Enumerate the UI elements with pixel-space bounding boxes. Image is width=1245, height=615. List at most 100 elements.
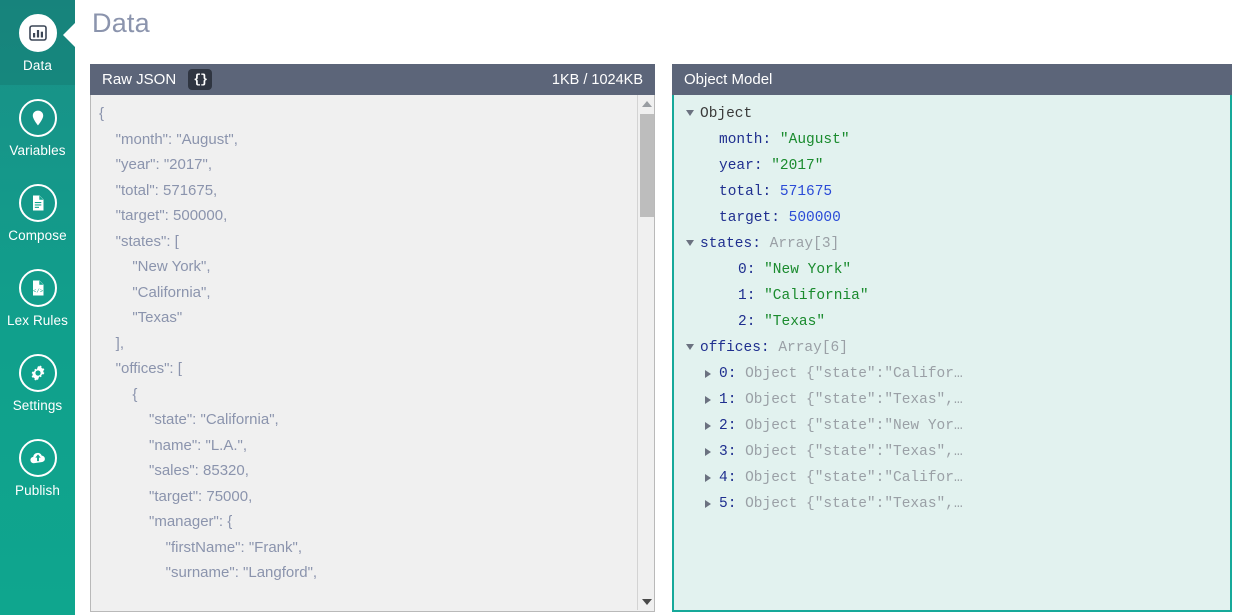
tree-collapse-toggle-icon[interactable]	[686, 110, 694, 116]
object-model-row-content: 1: "California"	[738, 288, 869, 304]
object-model-row-content: offices: Array[6]	[700, 340, 848, 356]
object-model-key: 1	[719, 392, 728, 408]
active-indicator-arrow-icon	[63, 22, 75, 48]
object-model-value: "California"	[764, 288, 869, 304]
object-model-row[interactable]: 0: Object {"state":"Califor…	[674, 361, 1230, 387]
object-model-key: 0	[738, 262, 747, 278]
object-model-row[interactable]: total: 571675	[674, 179, 1230, 205]
object-model-separator: :	[727, 366, 746, 382]
object-model-row[interactable]: Object	[674, 101, 1230, 127]
object-model-key: 5	[719, 496, 728, 512]
sidebar-item-variables[interactable]: Variables	[0, 85, 75, 170]
sidebar-item-settings[interactable]: Settings	[0, 340, 75, 425]
object-model-value: Object {"state":"Texas",…	[745, 496, 963, 512]
object-model-separator: :	[752, 236, 770, 252]
sidebar-item-data[interactable]: Data	[0, 0, 75, 85]
object-model-value: 500000	[788, 210, 841, 226]
object-model-tree[interactable]: Object month: "August" year: "2017" total: …	[672, 95, 1232, 612]
tree-collapse-toggle-icon[interactable]	[686, 344, 694, 350]
raw-json-panel-header: Raw JSON {} 1KB / 1024KB	[90, 64, 655, 95]
object-model-key: target	[719, 210, 772, 226]
object-model-title: Object Model	[684, 71, 773, 88]
object-model-row-content: total: 571675	[719, 184, 832, 200]
object-model-row-content: month: "August"	[719, 132, 850, 148]
tree-collapse-toggle-icon[interactable]	[686, 240, 694, 246]
object-model-separator: :	[760, 340, 779, 356]
object-model-separator: :	[727, 470, 746, 486]
sidebar-item-label: Variables	[9, 143, 66, 158]
object-model-separator: :	[746, 262, 765, 278]
raw-json-title: Raw JSON	[102, 71, 177, 88]
object-model-row-content: Object	[700, 106, 752, 122]
raw-json-textarea[interactable]: { "month": "August", "year": "2017", "to…	[91, 95, 622, 610]
scrollbar-thumb[interactable]	[640, 114, 654, 217]
object-model-separator: :	[771, 210, 789, 226]
scrollbar-down-arrow[interactable]	[638, 593, 654, 610]
object-model-row[interactable]: 3: Object {"state":"Texas",…	[674, 439, 1230, 465]
object-model-row[interactable]: 1: Object {"state":"Texas",…	[674, 387, 1230, 413]
object-model-row-content: 1: Object {"state":"Texas",…	[719, 392, 963, 408]
sidebar-item-publish[interactable]: Publish	[0, 425, 75, 510]
object-model-key: 1	[738, 288, 747, 304]
object-model-row[interactable]: 0: "New York"	[674, 257, 1230, 283]
document-icon	[18, 184, 57, 222]
sidebar-item-lex-rules[interactable]: </> Lex Rules	[0, 255, 75, 340]
sidebar-item-label: Data	[23, 58, 52, 73]
object-model-value: "Texas"	[764, 314, 826, 330]
object-model-row[interactable]: year: "2017"	[674, 153, 1230, 179]
object-model-separator: :	[727, 444, 746, 460]
format-json-button[interactable]: {}	[188, 69, 213, 90]
json-size-label: 1KB / 1024KB	[551, 71, 643, 88]
object-model-row-content: 0: "New York"	[738, 262, 851, 278]
object-model-row-content: states: Array[3]	[700, 236, 839, 252]
object-model-value: 571675	[779, 184, 833, 200]
object-model-separator: :	[746, 314, 765, 330]
object-model-row-content: year: "2017"	[719, 158, 823, 174]
scrollbar-up-arrow[interactable]	[638, 95, 654, 112]
object-model-row-content: 0: Object {"state":"Califor…	[719, 366, 963, 382]
object-model-value: Object {"state":"Texas",…	[745, 444, 963, 460]
raw-json-body[interactable]: { "month": "August", "year": "2017", "to…	[90, 95, 655, 612]
object-model-row-content: 5: Object {"state":"Texas",…	[719, 496, 963, 512]
object-model-row[interactable]: month: "August"	[674, 127, 1230, 153]
object-model-separator: :	[727, 496, 746, 512]
object-model-key: 2	[719, 418, 728, 434]
object-model-row[interactable]: 2: "Texas"	[674, 309, 1230, 335]
object-model-row[interactable]: target: 500000	[674, 205, 1230, 231]
object-model-separator: :	[746, 288, 765, 304]
object-model-row[interactable]: offices: Array[6]	[674, 335, 1230, 361]
chevron-down-icon	[641, 598, 652, 605]
sidebar-item-compose[interactable]: Compose	[0, 170, 75, 255]
object-model-row-content: 2: "Texas"	[738, 314, 825, 330]
sidebar-item-label: Settings	[12, 398, 63, 413]
object-model-row[interactable]: states: Array[3]	[674, 231, 1230, 257]
chart-bar-icon	[18, 14, 57, 52]
page-title: Data	[92, 8, 150, 38]
chevron-up-icon	[641, 100, 652, 107]
object-model-value: Object {"state":"Texas",…	[745, 392, 963, 408]
object-model-key: total	[719, 184, 763, 200]
object-model-separator: :	[727, 392, 746, 408]
tree-expand-toggle-icon[interactable]	[705, 448, 711, 456]
object-model-key: states	[700, 236, 753, 252]
sidebar: Data Variables Compose </> Lex Rules Settings…	[0, 0, 75, 615]
object-model-separator: :	[753, 158, 772, 174]
object-model-row[interactable]: 4: Object {"state":"Califor…	[674, 465, 1230, 491]
object-model-separator: :	[762, 184, 780, 200]
object-model-separator: :	[762, 132, 780, 148]
sidebar-item-label: Lex Rules	[7, 313, 68, 328]
raw-json-panel: Raw JSON {} 1KB / 1024KB { "month": "Aug…	[90, 64, 655, 612]
tree-expand-toggle-icon[interactable]	[705, 422, 711, 430]
object-model-separator: :	[727, 418, 746, 434]
object-model-value: Array[6]	[778, 340, 848, 356]
object-model-row[interactable]: 5: Object {"state":"Texas",…	[674, 491, 1230, 517]
object-model-row[interactable]: 2: Object {"state":"New Yor…	[674, 413, 1230, 439]
raw-json-scrollbar[interactable]	[637, 95, 654, 610]
tree-expand-toggle-icon[interactable]	[705, 396, 711, 404]
object-model-key: offices	[700, 340, 761, 356]
tree-expand-toggle-icon[interactable]	[705, 500, 711, 508]
tree-expand-toggle-icon[interactable]	[705, 370, 711, 378]
object-model-row[interactable]: 1: "California"	[674, 283, 1230, 309]
cloud-upload-icon	[18, 439, 57, 477]
tree-expand-toggle-icon[interactable]	[705, 474, 711, 482]
